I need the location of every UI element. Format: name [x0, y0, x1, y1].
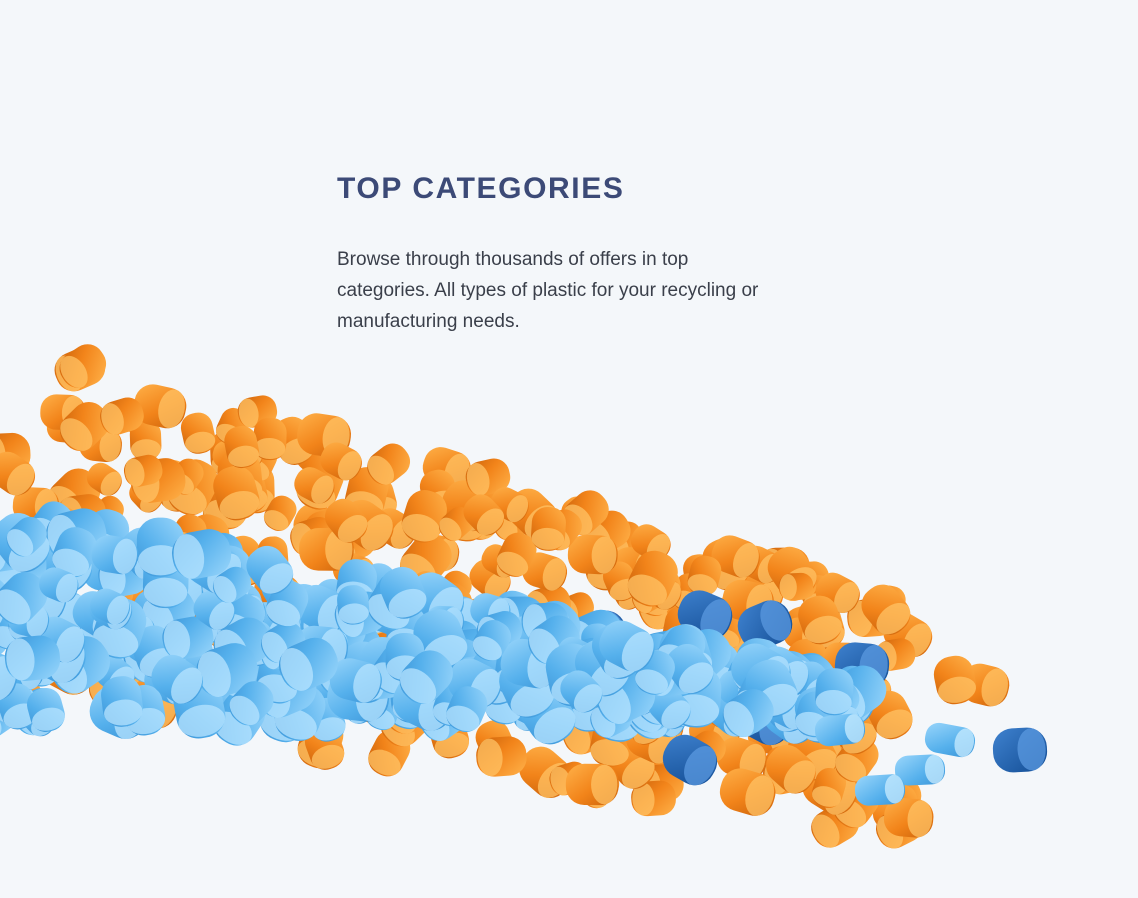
section-text: TOP CATEGORIES Browse through thousands … — [337, 170, 787, 337]
plastic-pellets-image — [0, 344, 1138, 898]
section-title: TOP CATEGORIES — [337, 172, 625, 205]
top-categories-section: TOP CATEGORIES Browse through thousands … — [0, 0, 1138, 898]
section-description: Browse through thousands of offers in to… — [337, 249, 759, 332]
